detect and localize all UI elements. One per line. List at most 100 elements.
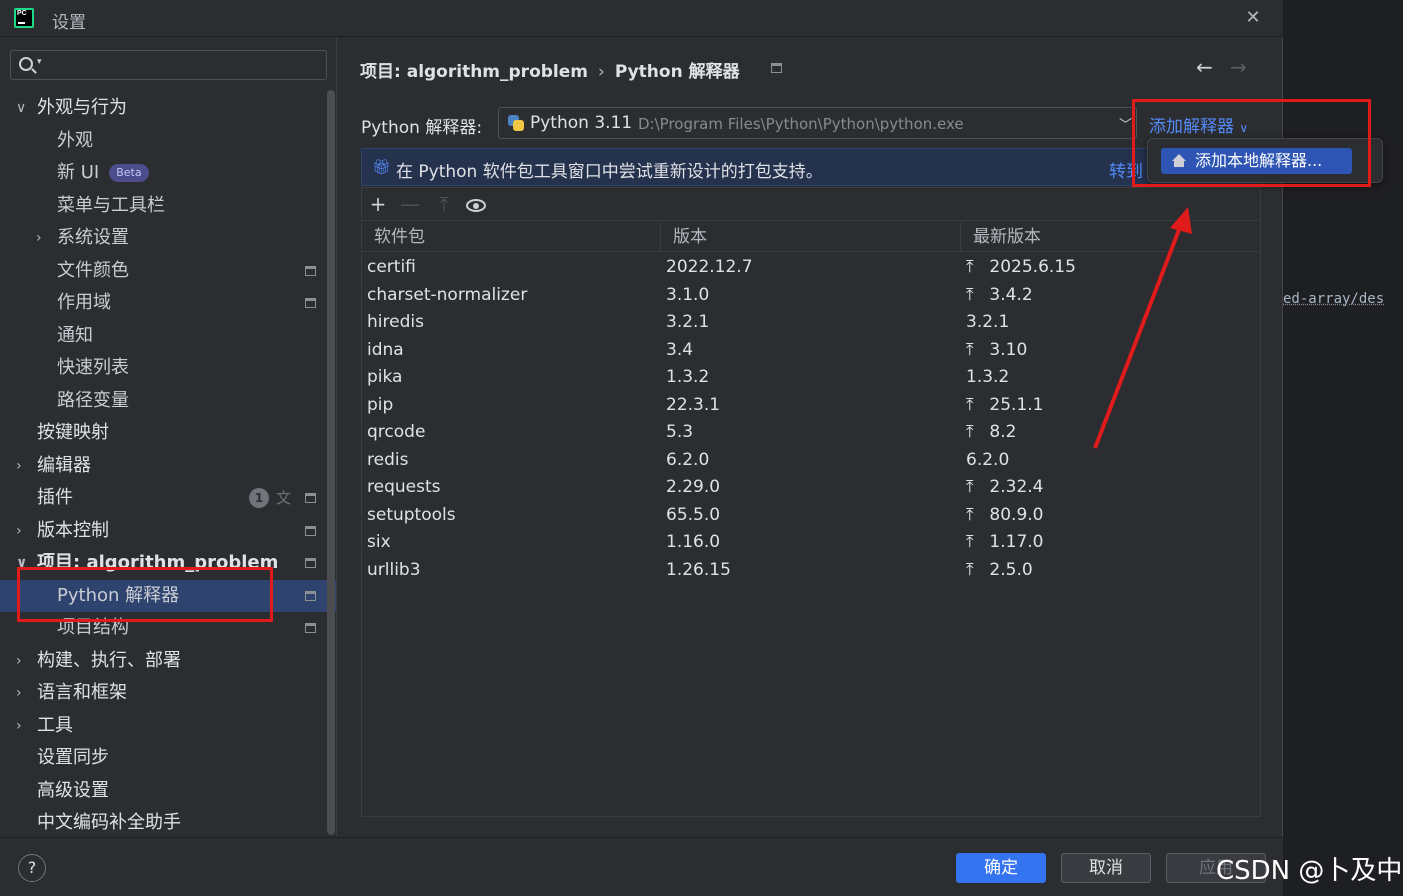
package-name: requests	[367, 477, 441, 497]
column-header-latest[interactable]: 最新版本	[961, 222, 1260, 252]
package-name: six	[367, 532, 391, 552]
upgrade-available-icon[interactable]: ⤒	[966, 557, 984, 584]
sidebar-item[interactable]: 通知	[0, 320, 326, 352]
sidebar-item[interactable]: 文件颜色	[0, 255, 326, 287]
sidebar-item[interactable]: 作用域	[0, 287, 326, 319]
sidebar-item[interactable]: › 工具	[0, 710, 326, 742]
package-latest: ⤒ 3.10	[966, 337, 1027, 364]
upgrade-available-icon[interactable]: ⤒	[966, 254, 984, 281]
table-row[interactable]: six 1.16.0 ⤒ 1.17.0	[362, 529, 1260, 557]
sidebar-item[interactable]: 插件 1 文	[0, 482, 326, 514]
watermark: CSDN @卜及中	[1216, 856, 1403, 886]
upgrade-available-icon[interactable]: ⤒	[966, 502, 984, 529]
table-row[interactable]: pip 22.3.1 ⤒ 25.1.1	[362, 392, 1260, 420]
table-row[interactable]: urllib3 1.26.15 ⤒ 2.5.0	[362, 557, 1260, 585]
package-latest-version: 80.9.0	[989, 504, 1044, 525]
table-row[interactable]: charset-normalizer 3.1.0 ⤒ 3.4.2	[362, 282, 1260, 310]
upgrade-available-icon[interactable]: ⤒	[966, 529, 984, 556]
package-latest: ⤒ 25.1.1	[966, 392, 1043, 419]
sidebar-item[interactable]: › 编辑器	[0, 450, 326, 482]
help-icon[interactable]: ?	[18, 854, 46, 882]
sidebar-item[interactable]: 新 UI Beta	[0, 157, 326, 189]
sidebar-item-label: 设置同步	[37, 747, 109, 768]
sidebar-item[interactable]: 外观	[0, 125, 326, 157]
chevron-right-icon[interactable]: ›	[16, 515, 30, 547]
sidebar-item-label: 插件	[37, 487, 73, 508]
upgrade-available-icon[interactable]: ⤒	[966, 392, 984, 419]
table-row[interactable]: requests 2.29.0 ⤒ 2.32.4	[362, 474, 1260, 502]
translate-icon: 文	[276, 489, 292, 507]
annotation-box-python-interpreter	[17, 567, 273, 622]
package-version: 22.3.1	[666, 394, 721, 415]
column-header-version[interactable]: 版本	[661, 222, 961, 252]
interpreter-select[interactable]: Python 3.11 D:\Program Files\Python\Pyth…	[498, 107, 1137, 139]
ok-button[interactable]: 确定	[956, 853, 1046, 883]
column-header-package[interactable]: 软件包	[362, 222, 661, 252]
sidebar-item[interactable]: 中文编码补全助手	[0, 807, 326, 839]
sidebar-item-label: 构建、执行、部署	[37, 649, 181, 671]
scope-icon	[305, 623, 316, 633]
scope-icon	[305, 298, 316, 308]
table-row[interactable]: qrcode 5.3 ⤒ 8.2	[362, 419, 1260, 447]
sidebar-item[interactable]: 按键映射	[0, 417, 326, 449]
package-name: pip	[367, 394, 394, 415]
upgrade-available-icon[interactable]: ⤒	[966, 337, 984, 364]
upgrade-available-icon[interactable]: ⤒	[966, 282, 984, 309]
sidebar-item[interactable]: › 构建、执行、部署	[0, 645, 326, 677]
scope-icon	[305, 493, 316, 503]
package-latest-version: 25.1.1	[989, 394, 1044, 415]
interpreter-label: Python 解释器:	[361, 118, 483, 138]
breadcrumb-project[interactable]: 项目: algorithm_problem	[360, 62, 588, 82]
breadcrumb-page: Python 解释器	[614, 62, 740, 82]
packages-toolbar: + — ⤒	[362, 188, 1260, 221]
chevron-right-icon[interactable]: ›	[16, 450, 30, 482]
table-row[interactable]: pika 1.3.2 1.3.2	[362, 364, 1260, 392]
forward-arrow-icon[interactable]: →	[1230, 55, 1247, 79]
table-row[interactable]: idna 3.4 ⤒ 3.10	[362, 337, 1260, 365]
eye-icon[interactable]	[466, 199, 486, 212]
sidebar-item[interactable]: ∨ 外观与行为	[0, 92, 326, 124]
sidebar-item[interactable]: 快速列表	[0, 352, 326, 384]
search-input[interactable]: ▾	[10, 50, 327, 80]
sidebar-item-label: 文件颜色	[57, 259, 129, 281]
close-icon[interactable]: ✕	[1241, 6, 1265, 30]
chevron-right-icon[interactable]: ›	[16, 710, 30, 742]
upgrade-available-icon[interactable]: ⤒	[966, 474, 984, 501]
package-latest-version: 2.5.0	[989, 559, 1033, 580]
table-row[interactable]: redis 6.2.0 6.2.0	[362, 447, 1260, 475]
sidebar-item[interactable]: 菜单与工具栏	[0, 190, 326, 222]
sidebar-item[interactable]: › 版本控制	[0, 515, 326, 547]
chevron-right-icon[interactable]: ›	[36, 222, 50, 254]
table-row[interactable]: hiredis 3.2.1 3.2.1	[362, 309, 1260, 337]
chevron-right-icon[interactable]: ›	[16, 645, 30, 677]
search-icon	[19, 57, 33, 71]
upgrade-available-icon[interactable]: ⤒	[966, 419, 984, 446]
package-version: 2022.12.7	[666, 257, 753, 277]
remove-package-icon[interactable]: —	[398, 192, 422, 216]
table-row[interactable]: certifi 2022.12.7 ⤒ 2025.6.15	[362, 254, 1260, 282]
package-version: 1.3.2	[666, 367, 710, 387]
scope-icon	[305, 558, 316, 568]
scope-icon	[305, 590, 316, 601]
sidebar-item[interactable]: › 系统设置	[0, 222, 326, 254]
pycharm-logo-icon: PC	[14, 8, 34, 28]
package-latest: 6.2.0	[966, 447, 1009, 474]
sidebar-item-label: 作用域	[57, 292, 111, 313]
package-latest-version: 8.2	[989, 422, 1017, 442]
sidebar-item[interactable]: 路径变量	[0, 385, 326, 417]
back-arrow-icon[interactable]: ←	[1196, 55, 1213, 79]
package-version: 1.16.0	[666, 532, 721, 552]
add-package-icon[interactable]: +	[366, 192, 390, 216]
package-name: redis	[367, 449, 409, 470]
upgrade-package-icon[interactable]: ⤒	[432, 192, 456, 216]
sidebar-item[interactable]: › 语言和框架	[0, 677, 326, 709]
sidebar-item[interactable]: 设置同步	[0, 742, 326, 774]
cancel-button[interactable]: 取消	[1061, 853, 1151, 883]
sidebar-item[interactable]: 高级设置	[0, 775, 326, 807]
chevron-down-icon[interactable]: ∨	[16, 92, 30, 124]
package-version: 1.26.15	[666, 559, 731, 580]
sidebar-scrollbar[interactable]	[327, 90, 335, 835]
table-row[interactable]: setuptools 65.5.0 ⤒ 80.9.0	[362, 502, 1260, 530]
package-version: 6.2.0	[666, 449, 710, 470]
chevron-right-icon[interactable]: ›	[16, 677, 30, 709]
